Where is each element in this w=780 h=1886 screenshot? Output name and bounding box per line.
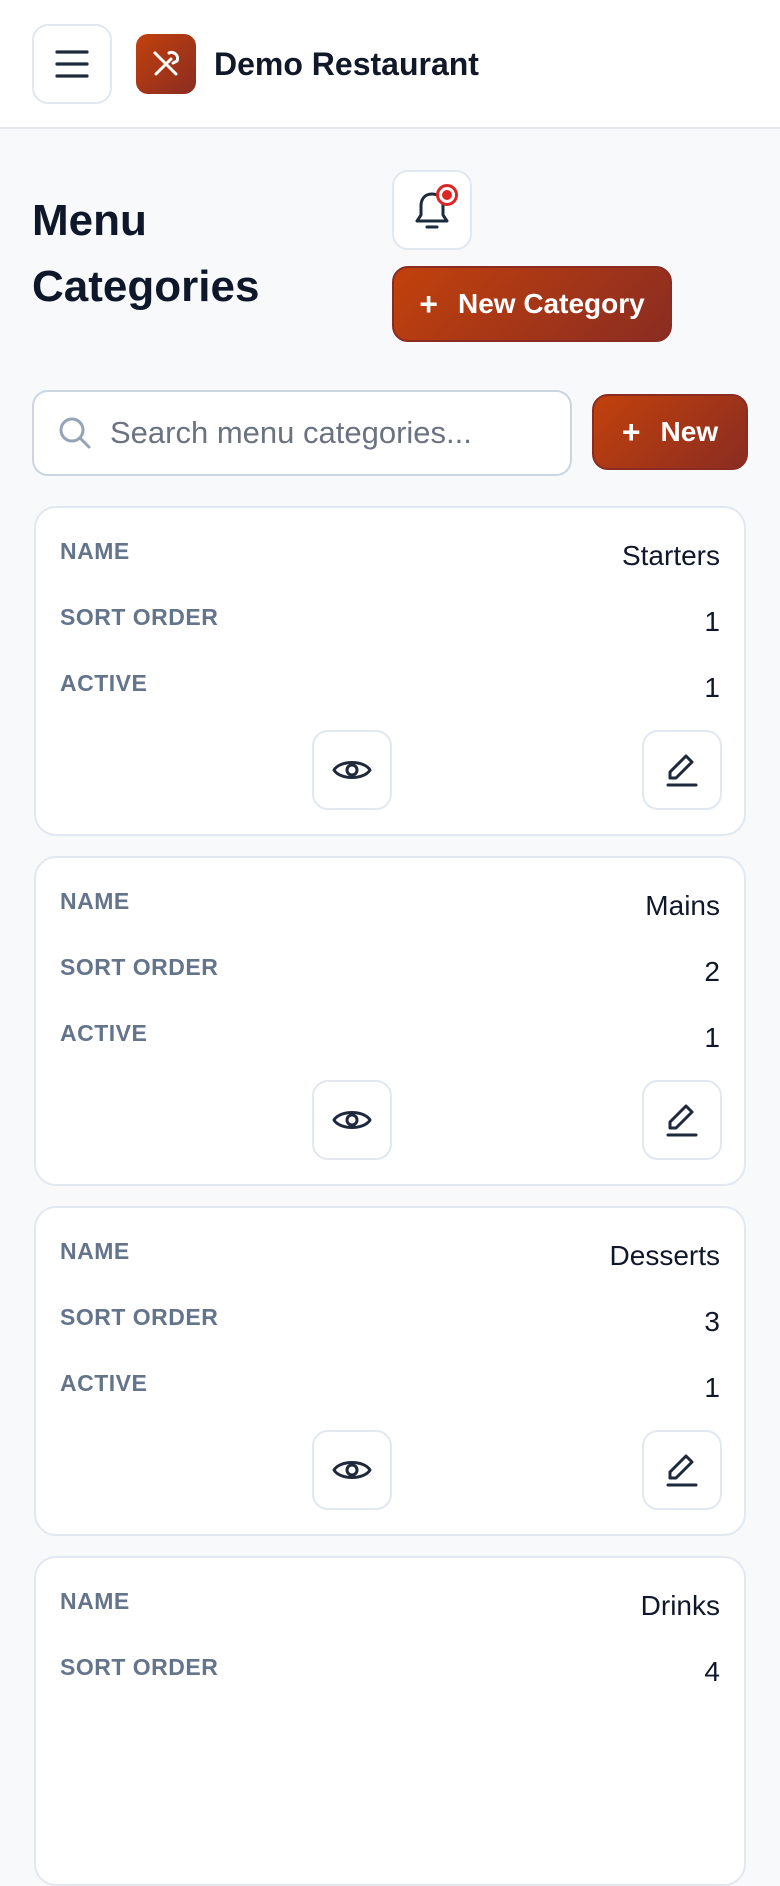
search-input[interactable] <box>110 415 530 451</box>
category-card: NAME Desserts SORT ORDER 3 ACTIVE 1 <box>34 1206 746 1536</box>
pencil-icon <box>666 1454 698 1487</box>
active-row: ACTIVE 1 <box>60 1368 720 1408</box>
sort-order-label: SORT ORDER <box>60 1654 219 1680</box>
active-row: ACTIVE 1 <box>60 1018 720 1058</box>
category-card: NAME Drinks SORT ORDER 4 <box>34 1556 746 1886</box>
view-button[interactable] <box>312 730 392 810</box>
name-label: NAME <box>60 1238 130 1264</box>
page-title: Menu Categories <box>32 196 260 311</box>
active-label: ACTIVE <box>60 670 148 696</box>
sort-order-row: SORT ORDER 3 <box>60 1302 720 1342</box>
sort-order-value: 4 <box>704 1656 720 1687</box>
sort-order-value: 1 <box>704 606 720 637</box>
new-category-button[interactable]: + New Category <box>392 266 672 342</box>
edit-button[interactable] <box>642 730 722 810</box>
hamburger-icon <box>55 50 89 78</box>
notification-badge <box>436 184 458 206</box>
category-card: NAME Starters SORT ORDER 1 ACTIVE 1 <box>34 506 746 836</box>
sort-order-row: SORT ORDER 2 <box>60 952 720 992</box>
name-value: Starters <box>621 540 720 571</box>
restaurant-logo <box>136 34 196 94</box>
plus-icon: + <box>621 413 641 450</box>
eye-icon <box>332 761 372 779</box>
eye-icon <box>332 1461 372 1479</box>
active-value: 1 <box>704 672 720 703</box>
name-value: Drinks <box>640 1590 720 1621</box>
search-icon <box>59 417 91 449</box>
view-button[interactable] <box>312 1430 392 1510</box>
active-label: ACTIVE <box>60 1020 148 1046</box>
view-button[interactable] <box>312 1080 392 1160</box>
name-label: NAME <box>60 1588 130 1614</box>
name-row: NAME Drinks <box>60 1586 720 1626</box>
notifications-button[interactable] <box>392 170 472 250</box>
edit-button[interactable] <box>642 1080 722 1160</box>
menu-button[interactable] <box>32 24 112 104</box>
active-row: ACTIVE 1 <box>60 668 720 708</box>
sort-order-value: 3 <box>704 1306 720 1337</box>
edit-button[interactable] <box>642 1430 722 1510</box>
sort-order-label: SORT ORDER <box>60 954 219 980</box>
pencil-icon <box>666 754 698 787</box>
new-category-label: New Category <box>457 288 645 319</box>
active-value: 1 <box>704 1372 720 1403</box>
sort-order-label: SORT ORDER <box>60 1304 219 1330</box>
name-value: Mains <box>645 890 720 921</box>
active-value: 1 <box>704 1022 720 1053</box>
active-label: ACTIVE <box>60 1370 148 1396</box>
new-label: New <box>660 416 719 447</box>
name-label: NAME <box>60 538 130 564</box>
eye-icon <box>332 1111 372 1129</box>
category-card: NAME Mains SORT ORDER 2 ACTIVE 1 <box>34 856 746 1186</box>
name-row: NAME Mains <box>60 886 720 926</box>
utensils-icon <box>153 50 180 76</box>
top-bar: Demo Restaurant <box>0 0 780 129</box>
new-button[interactable]: + New <box>592 394 748 470</box>
name-row: NAME Desserts <box>60 1236 720 1276</box>
sort-order-label: SORT ORDER <box>60 604 219 630</box>
restaurant-name: Demo Restaurant <box>214 46 479 82</box>
name-label: NAME <box>60 888 130 914</box>
pencil-icon <box>666 1104 698 1137</box>
sort-order-row: SORT ORDER 1 <box>60 602 720 642</box>
name-row: NAME Starters <box>60 536 720 576</box>
plus-icon: + <box>419 285 438 322</box>
search-box[interactable] <box>32 390 572 476</box>
sort-order-value: 2 <box>704 956 720 987</box>
name-value: Desserts <box>609 1240 720 1271</box>
sort-order-row: SORT ORDER 4 <box>60 1652 720 1692</box>
